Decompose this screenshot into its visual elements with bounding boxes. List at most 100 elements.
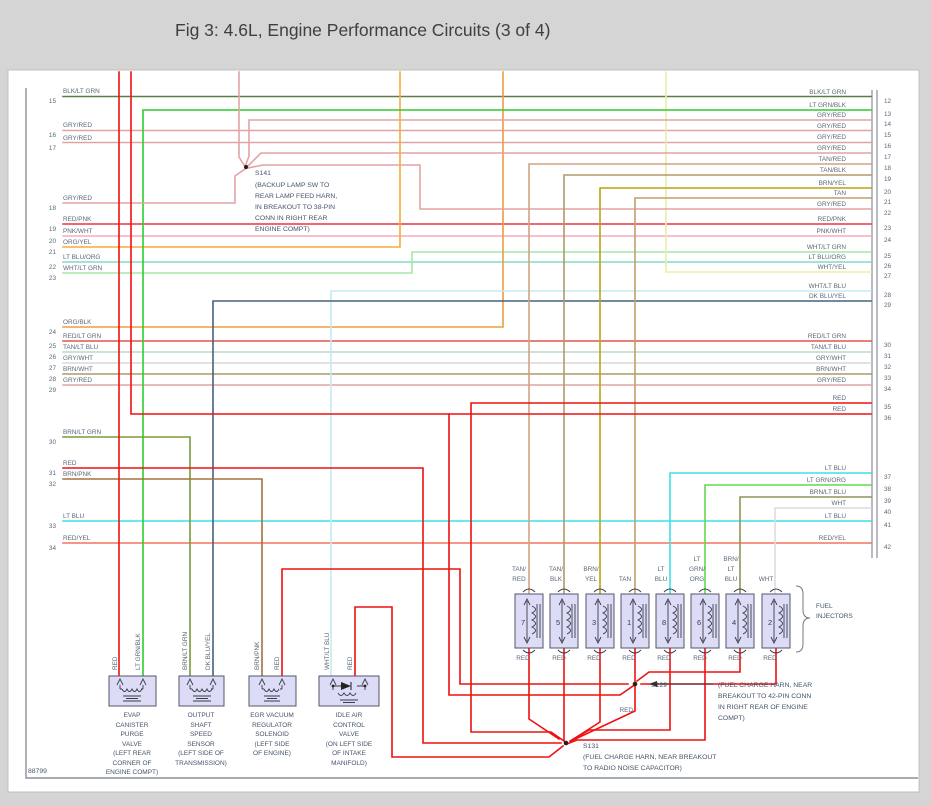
wire-label: BLU — [725, 576, 738, 583]
component-name-line: (LEFT REAR — [113, 750, 151, 757]
splice-note-line: IN BREAKOUT TO 38-PIN — [255, 204, 335, 211]
wire-label: LT GRN/BLK — [809, 102, 846, 109]
wiring-diagram-page: Fig 3: 4.6L, Engine Performance Circuits… — [0, 0, 931, 806]
wire-label: RED — [587, 655, 601, 662]
component-name-line: (ON LEFT SIDE — [326, 741, 373, 748]
wire-label: WHT/LT BLU — [324, 632, 331, 670]
wire-label: BLK — [550, 576, 563, 583]
wire-label: RED — [512, 576, 526, 583]
wire-label: TAN/LT BLU — [811, 344, 847, 351]
pin-number: 30 — [884, 342, 892, 349]
wire-label: RED — [693, 655, 707, 662]
wire-label: BRN/PNK — [63, 471, 92, 478]
pin-number: 38 — [884, 486, 892, 493]
component-name-line: (LEFT SIDE — [255, 741, 291, 748]
wire-label: RED — [112, 656, 119, 670]
wire-label: TAN/RED — [818, 156, 846, 163]
component-name-line: REGULATOR — [252, 722, 292, 729]
pin-number: 14 — [884, 121, 892, 128]
wire-label: RED/LT GRN — [808, 333, 846, 340]
injector-number: 1 — [627, 618, 631, 627]
wire-label: RED/YEL — [63, 535, 91, 542]
component-name-line: MANIFOLD) — [331, 760, 367, 767]
wire-label: GRY/RED — [817, 112, 846, 119]
pin-number: 39 — [884, 498, 892, 505]
pin-number: 18 — [884, 165, 892, 172]
injector-number: 3 — [592, 618, 596, 627]
component-name-line: OUTPUT — [188, 712, 215, 719]
injector-group-label: FUEL — [816, 603, 833, 610]
wire-label: LT BLU — [825, 465, 846, 472]
wire-label: WHT/YEL — [818, 264, 847, 271]
wire-label: GRY/WHT — [816, 355, 846, 362]
wire-label: GRY/RED — [817, 145, 846, 152]
wire-label: LT GRN/ORG — [807, 477, 846, 484]
pin-number: 26 — [49, 354, 57, 361]
wire-label: LT BLU — [63, 513, 84, 520]
wire-label: BRN/YEL — [819, 180, 847, 187]
pin-number: 16 — [884, 143, 892, 150]
wire-label: BLU — [655, 576, 668, 583]
component-box-iac-valve — [318, 675, 380, 707]
pin-number: 31 — [884, 353, 892, 360]
splice-dot-s129 — [632, 681, 638, 687]
wire-label: GRY/RED — [63, 135, 92, 142]
wire-label: GRN/ — [689, 566, 705, 573]
component-box-evap-valve — [108, 675, 157, 707]
component-name-line: PURGE — [120, 731, 144, 738]
wire-label: RED — [763, 655, 777, 662]
pin-number: 21 — [884, 199, 892, 206]
wire-label: BLK/LT GRN — [809, 89, 846, 96]
wire-label: LT BLU/ORG — [63, 254, 100, 261]
wire-label: ORG/YEL — [63, 239, 92, 246]
pin-number: 24 — [884, 237, 892, 244]
pin-number: 13 — [884, 111, 892, 118]
wire-label: TAN — [834, 190, 847, 197]
wire-label: LT — [728, 566, 735, 573]
wire-label: GRY/WHT — [63, 355, 93, 362]
wire-label: DK BLU/YEL — [809, 293, 846, 300]
wire-label: TAN/ — [512, 566, 526, 573]
pin-number: 41 — [884, 522, 892, 529]
pin-number: 33 — [884, 375, 892, 382]
wire-label: BLK/LT GRN — [63, 88, 100, 95]
pin-number: 29 — [49, 387, 57, 394]
splice-id: S131 — [583, 743, 599, 750]
pin-number: 21 — [49, 249, 57, 256]
wire-label: TAN/ — [549, 566, 563, 573]
wire-label: BRN/WHT — [63, 366, 93, 373]
component-name-line: VALVE — [339, 731, 360, 738]
wire-label: TAN/LT BLU — [63, 344, 99, 351]
component-name-line: (LEFT SIDE OF — [178, 750, 224, 757]
wire-label: BRN/LT GRN — [182, 632, 189, 670]
component-name-line: TRANSMISSION) — [175, 760, 227, 767]
splice-note-line: (BACKUP LAMP SW TO — [255, 182, 329, 189]
pin-number: 19 — [49, 226, 57, 233]
component-box-output-shaft-sensor — [178, 675, 225, 707]
wire-label: LT BLU — [825, 513, 846, 520]
component-name-line: SPEED — [190, 731, 212, 738]
pin-number: 42 — [884, 544, 892, 551]
pin-number: 15 — [49, 98, 57, 105]
pin-number: 35 — [884, 404, 892, 411]
wire-label: ORG/BLK — [63, 319, 92, 326]
page-title: Fig 3: 4.6L, Engine Performance Circuits… — [175, 20, 550, 40]
pin-number: 27 — [884, 273, 892, 280]
pin-number: 17 — [49, 145, 57, 152]
wire-label: RED/YEL — [819, 535, 847, 542]
splice-note-line: (FUEL CHARGE HARN, NEAR — [718, 682, 812, 689]
injector-number: 4 — [732, 618, 736, 627]
splice-dot-s141 — [243, 164, 249, 170]
pin-number: 20 — [49, 238, 57, 245]
pin-number: 26 — [884, 263, 892, 270]
wire-label: RED — [274, 656, 281, 670]
injector-number: 6 — [697, 618, 701, 627]
wire-label: WHT/LT GRN — [63, 265, 103, 272]
component-name-line: VALVE — [122, 741, 143, 748]
pin-number: 27 — [49, 365, 57, 372]
wire-label: TAN/BLK — [820, 167, 847, 174]
wire-label: WHT/LT GRN — [807, 244, 847, 251]
wire-label: WHT/LT BLU — [809, 283, 847, 290]
wire-label: GRY/RED — [817, 201, 846, 208]
wire-label: BRN/PNK — [254, 641, 261, 670]
